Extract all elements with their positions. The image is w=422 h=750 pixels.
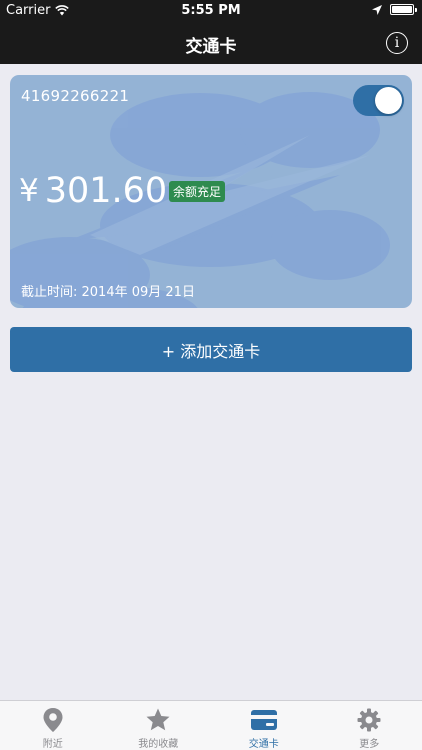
info-glyph: i — [394, 35, 400, 51]
tab-label: 附近 — [42, 739, 63, 750]
tab-nearby[interactable]: 附近 — [0, 701, 106, 750]
tab-favorites[interactable]: 我的收藏 — [106, 701, 212, 750]
navigation-bar: 交通卡 i — [0, 22, 422, 64]
status-badge: 余额充足 — [169, 181, 226, 202]
page-title: 交通卡 — [185, 37, 237, 57]
tab-transit-card[interactable]: 交通卡 — [211, 701, 317, 750]
transit-card[interactable]: 41692266221 ¥ 301.60 余额充足 截止时间: 2014年 09… — [10, 75, 412, 308]
add-card-button[interactable]: + 添加交通卡 — [10, 327, 412, 372]
star-icon — [145, 707, 171, 733]
card-icon — [250, 707, 277, 733]
balance-amount: ¥ 301.60 — [19, 171, 167, 211]
tab-bar: 附近 我的收藏 交通卡 更多 — [0, 700, 422, 750]
gear-icon — [356, 707, 382, 733]
currency-symbol: ¥ — [19, 173, 39, 209]
tab-label: 我的收藏 — [138, 739, 179, 750]
tab-label: 交通卡 — [248, 739, 279, 750]
status-right — [372, 4, 417, 15]
battery-icon — [390, 4, 417, 15]
card-enabled-toggle[interactable] — [353, 85, 404, 116]
location-pin-icon — [40, 707, 66, 733]
card-number: 41692266221 — [21, 87, 130, 105]
info-icon[interactable]: i — [386, 32, 408, 54]
clock: 5:55 PM — [181, 3, 241, 18]
tab-more[interactable]: 更多 — [317, 701, 422, 750]
toggle-knob — [375, 87, 402, 114]
tab-label: 更多 — [359, 739, 380, 750]
balance-value: 301.60 — [44, 171, 168, 211]
location-arrow-icon — [372, 4, 382, 15]
expiry-date: 截止时间: 2014年 09月 21日 — [21, 285, 195, 300]
status-bar: Carrier 5:55 PM — [0, 0, 422, 22]
